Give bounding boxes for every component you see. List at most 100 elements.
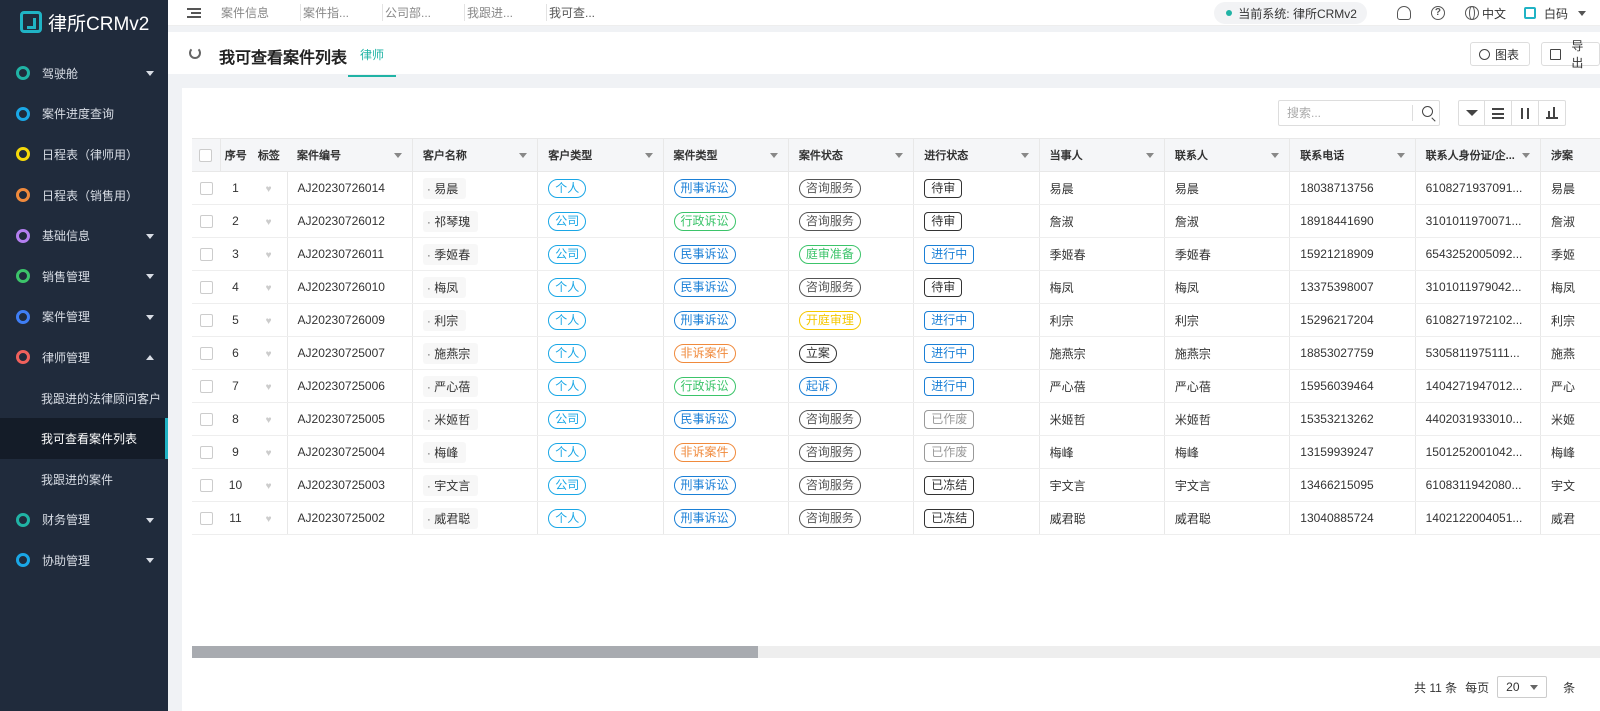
user-name[interactable]: 白码	[1544, 5, 1568, 22]
search-input[interactable]	[1279, 101, 1407, 125]
case-number[interactable]: AJ20230725005	[287, 402, 413, 436]
language-switch[interactable]: 中文	[1482, 5, 1506, 22]
column-header[interactable]: 案件编号	[287, 138, 413, 172]
chevron-down-icon[interactable]	[393, 153, 402, 158]
app-logo[interactable]: 律所CRMv2	[0, 0, 168, 44]
case-number[interactable]: AJ20230726012	[287, 204, 413, 238]
chevron-down-icon[interactable]	[1521, 153, 1530, 158]
client-name[interactable]: 易晨	[422, 177, 467, 199]
table-row[interactable]: 2♥AJ20230726012祁琴瑰公司行政诉讼咨询服务待审詹淑詹淑189184…	[192, 204, 1600, 238]
case-number[interactable]: AJ20230725006	[287, 369, 413, 403]
sidebar-item[interactable]: 案件进度查询	[0, 94, 168, 135]
density-button[interactable]	[1485, 100, 1512, 126]
heart-icon[interactable]: ♥	[266, 217, 272, 228]
table-row[interactable]: 9♥AJ20230725004梅峰个人非诉案件咨询服务已作废梅峰梅峰131599…	[192, 435, 1600, 469]
row-checkbox[interactable]	[199, 413, 213, 427]
sidebar-subitem[interactable]: 我跟进的案件	[0, 459, 168, 500]
client-name[interactable]: 严心蓓	[422, 375, 479, 397]
sort-button[interactable]	[1512, 100, 1539, 126]
row-checkbox[interactable]	[199, 446, 213, 460]
chevron-down-icon[interactable]	[1578, 10, 1586, 16]
globe-icon[interactable]	[1464, 6, 1479, 20]
table-row[interactable]: 6♥AJ20230725007施燕宗个人非诉案件立案进行中施燕宗施燕宗18853…	[192, 336, 1600, 370]
current-system-badge[interactable]: 当前系统: 律所CRMv2	[1214, 2, 1367, 24]
user-settings-icon[interactable]	[1396, 6, 1411, 20]
table-row[interactable]: 5♥AJ20230726009利宗个人刑事诉讼开庭审理进行中利宗利宗152962…	[192, 303, 1600, 337]
chevron-down-icon[interactable]	[519, 153, 528, 158]
table-row[interactable]: 3♥AJ20230726011季姬春公司民事诉讼庭审准备进行中季姬春季姬春159…	[192, 237, 1600, 271]
client-name[interactable]: 威君聪	[422, 507, 479, 529]
column-header[interactable]: 客户类型	[537, 138, 664, 172]
menu-toggle-icon[interactable]	[187, 7, 201, 18]
table-row[interactable]: 11♥AJ20230725002威君聪个人刑事诉讼咨询服务已冻结威君聪威君聪13…	[192, 501, 1600, 535]
sidebar-item[interactable]: 日程表（销售用）	[0, 175, 168, 216]
case-number[interactable]: AJ20230726009	[287, 303, 413, 337]
heart-icon[interactable]: ♥	[266, 184, 272, 195]
heart-icon[interactable]: ♥	[266, 316, 272, 327]
heart-icon[interactable]: ♥	[266, 382, 272, 393]
heart-icon[interactable]: ♥	[266, 448, 272, 459]
client-name[interactable]: 祁琴瑰	[422, 210, 479, 232]
sidebar-item[interactable]: 律师管理	[0, 337, 168, 378]
column-header[interactable]: 案件类型	[663, 138, 789, 172]
heart-icon[interactable]: ♥	[266, 283, 272, 294]
chevron-down-icon[interactable]	[1145, 153, 1154, 158]
row-checkbox[interactable]	[199, 182, 213, 196]
sidebar-item[interactable]: 基础信息	[0, 215, 168, 256]
client-name[interactable]: 利宗	[422, 309, 467, 331]
sidebar-subitem[interactable]: 我可查看案件列表	[0, 418, 168, 459]
row-checkbox[interactable]	[199, 347, 213, 361]
sidebar-item[interactable]: 销售管理	[0, 256, 168, 297]
refresh-icon[interactable]	[189, 47, 201, 59]
table-row[interactable]: 4♥AJ20230726010梅凤个人民事诉讼咨询服务待审梅凤梅凤1337539…	[192, 270, 1600, 304]
horizontal-scrollbar[interactable]	[192, 646, 1600, 658]
row-checkbox[interactable]	[199, 314, 213, 328]
table-row[interactable]: 7♥AJ20230725006严心蓓个人行政诉讼起诉进行中严心蓓严心蓓15956…	[192, 369, 1600, 403]
chevron-down-icon[interactable]	[769, 153, 778, 158]
client-name[interactable]: 宇文言	[422, 474, 479, 496]
sidebar-subitem[interactable]: 我跟进的法律顾问客户	[0, 378, 168, 419]
table-row[interactable]: 8♥AJ20230725005米姬哲公司民事诉讼咨询服务已作废米姬哲米姬哲153…	[192, 402, 1600, 436]
row-checkbox[interactable]	[199, 281, 213, 295]
sidebar-item[interactable]: 财务管理	[0, 500, 168, 541]
page-size-select[interactable]: 20	[1497, 676, 1548, 698]
chart-button[interactable]: 图表	[1470, 42, 1531, 66]
heart-icon[interactable]: ♥	[266, 349, 272, 360]
sidebar-item[interactable]: 案件管理	[0, 297, 168, 338]
row-checkbox[interactable]	[199, 380, 213, 394]
search-icon[interactable]	[1422, 106, 1433, 117]
column-header[interactable]: 联系人身份证/企...	[1415, 138, 1541, 172]
row-checkbox[interactable]	[199, 479, 213, 493]
row-checkbox[interactable]	[199, 248, 213, 262]
case-number[interactable]: AJ20230726014	[287, 171, 413, 205]
client-name[interactable]: 季姬春	[422, 243, 479, 265]
sidebar-item[interactable]: 协助管理	[0, 540, 168, 581]
case-number[interactable]: AJ20230726011	[287, 237, 413, 271]
column-header[interactable]: 涉案	[1540, 138, 1600, 172]
statistics-button[interactable]	[1539, 100, 1566, 126]
heart-icon[interactable]: ♥	[266, 481, 272, 492]
select-all-checkbox[interactable]	[199, 148, 213, 162]
heart-icon[interactable]: ♥	[266, 250, 272, 261]
column-header[interactable]: 客户名称	[412, 138, 539, 172]
export-button[interactable]: 导出	[1541, 39, 1600, 70]
client-name[interactable]: 梅凤	[422, 276, 467, 298]
tab-page[interactable]: 案件信息	[219, 4, 301, 21]
heart-icon[interactable]: ♥	[266, 415, 272, 426]
case-number[interactable]: AJ20230726010	[287, 270, 413, 304]
case-number[interactable]: AJ20230725004	[287, 435, 413, 469]
sidebar-item[interactable]: 驾驶舱	[0, 53, 168, 94]
chevron-down-icon[interactable]	[1020, 153, 1029, 158]
tab-page[interactable]: 我可查...	[547, 4, 629, 21]
tab-page[interactable]: 我跟进...	[465, 4, 547, 21]
table-row[interactable]: 10♥AJ20230725003宇文言公司刑事诉讼咨询服务已冻结宇文言宇文言13…	[192, 468, 1600, 502]
chevron-down-icon[interactable]	[1396, 153, 1405, 158]
client-name[interactable]: 梅峰	[422, 441, 467, 463]
client-name[interactable]: 施燕宗	[422, 342, 479, 364]
tab-page[interactable]: 案件指...	[301, 4, 383, 21]
filter-button[interactable]	[1458, 100, 1485, 126]
chevron-down-icon[interactable]	[895, 153, 904, 158]
chevron-down-icon[interactable]	[1271, 153, 1280, 158]
table-row[interactable]: 1♥AJ20230726014易晨个人刑事诉讼咨询服务待审易晨易晨1803871…	[192, 171, 1600, 205]
chevron-down-icon[interactable]	[644, 153, 653, 158]
